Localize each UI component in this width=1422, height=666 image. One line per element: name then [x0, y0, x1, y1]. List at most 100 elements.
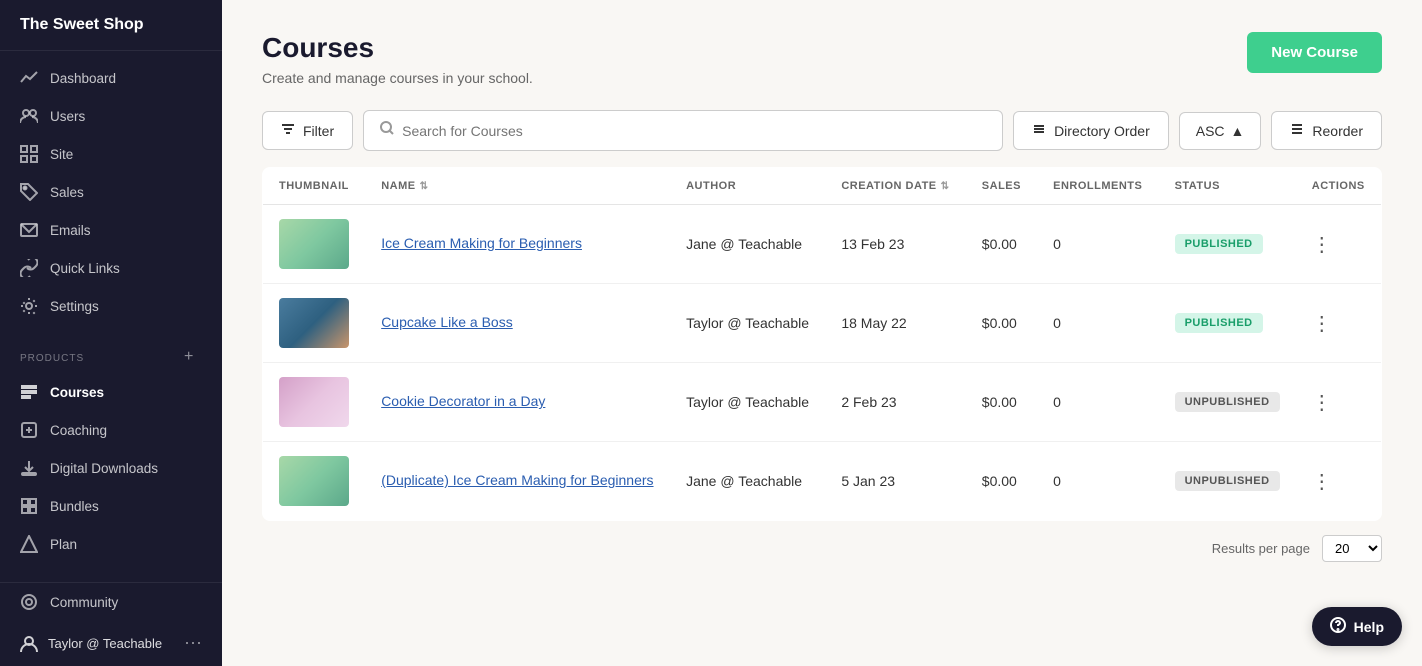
- course-name-link[interactable]: Cookie Decorator in a Day: [381, 393, 545, 409]
- cell-author: Jane @ Teachable: [670, 442, 825, 521]
- filters-bar: Filter Directory Order ASC ▲: [262, 110, 1382, 151]
- courses-table: THUMBNAIL NAME ⇅ AUTHOR CREATION DATE ⇅ …: [262, 167, 1382, 521]
- cell-creation-date: 18 May 22: [825, 284, 965, 363]
- cell-creation-date: 13 Feb 23: [825, 205, 965, 284]
- help-icon: [1330, 617, 1346, 636]
- sidebar-item-digital-downloads[interactable]: Digital Downloads: [0, 449, 222, 487]
- search-icon: [380, 121, 394, 140]
- sidebar-item-settings[interactable]: Settings: [0, 287, 222, 325]
- cell-sales: $0.00: [966, 205, 1037, 284]
- sidebar-item-community[interactable]: Community: [0, 583, 222, 621]
- sidebar-item-sales[interactable]: Sales: [0, 173, 222, 211]
- row-actions-menu[interactable]: ⋮: [1312, 234, 1332, 256]
- sort-up-icon: ▲: [1231, 123, 1245, 139]
- products-section-label: PRODUCTS +: [0, 333, 222, 373]
- course-name-link[interactable]: Ice Cream Making for Beginners: [381, 235, 582, 251]
- col-sales: SALES: [966, 168, 1037, 205]
- filter-icon: [281, 122, 295, 139]
- row-actions-menu[interactable]: ⋮: [1312, 392, 1332, 414]
- status-badge: PUBLISHED: [1175, 313, 1263, 333]
- new-course-button[interactable]: New Course: [1247, 32, 1382, 73]
- user-menu-dots[interactable]: ⋯: [184, 633, 202, 654]
- page-title-group: Courses Create and manage courses in you…: [262, 32, 533, 86]
- course-thumbnail-image: [279, 298, 349, 348]
- sidebar-user[interactable]: Taylor @ Teachable ⋯: [0, 621, 222, 666]
- tag-icon: [20, 183, 38, 201]
- sidebar-item-coaching[interactable]: Coaching: [0, 411, 222, 449]
- row-actions-menu[interactable]: ⋮: [1312, 471, 1332, 493]
- help-button[interactable]: Help: [1312, 607, 1402, 646]
- filter-button[interactable]: Filter: [262, 111, 353, 150]
- course-thumbnail-image: [279, 456, 349, 506]
- status-badge: UNPUBLISHED: [1175, 471, 1280, 491]
- grid-icon: [20, 145, 38, 163]
- app-logo[interactable]: The Sweet Shop: [0, 0, 222, 51]
- sidebar-item-dashboard[interactable]: Dashboard: [0, 59, 222, 97]
- cell-status: UNPUBLISHED: [1159, 363, 1296, 442]
- table-header-row: THUMBNAIL NAME ⇅ AUTHOR CREATION DATE ⇅ …: [263, 168, 1382, 205]
- col-status: STATUS: [1159, 168, 1296, 205]
- cell-sales: $0.00: [966, 363, 1037, 442]
- table-footer: Results per page 20 50 100: [262, 521, 1382, 566]
- asc-button[interactable]: ASC ▲: [1179, 112, 1262, 150]
- cell-thumbnail: [263, 363, 366, 442]
- sidebar-item-emails[interactable]: Emails: [0, 211, 222, 249]
- cell-status: PUBLISHED: [1159, 205, 1296, 284]
- cell-actions: ⋮: [1296, 205, 1382, 284]
- page-title: Courses: [262, 32, 533, 64]
- sidebar-item-courses[interactable]: Courses: [0, 373, 222, 411]
- search-input[interactable]: [402, 123, 986, 139]
- cell-thumbnail: [263, 284, 366, 363]
- reorder-button[interactable]: Reorder: [1271, 111, 1382, 150]
- list-icon: [1032, 122, 1046, 139]
- sidebar-item-users[interactable]: Users: [0, 97, 222, 135]
- course-thumbnail-image: [279, 377, 349, 427]
- page-subtitle: Create and manage courses in your school…: [262, 70, 533, 86]
- cell-status: UNPUBLISHED: [1159, 442, 1296, 521]
- directory-order-button[interactable]: Directory Order: [1013, 111, 1169, 150]
- cell-name: Ice Cream Making for Beginners: [365, 205, 670, 284]
- cell-name: (Duplicate) Ice Cream Making for Beginne…: [365, 442, 670, 521]
- cell-thumbnail: [263, 205, 366, 284]
- cell-enrollments: 0: [1037, 284, 1158, 363]
- main-content: Courses Create and manage courses in you…: [222, 0, 1422, 666]
- sidebar-item-plan[interactable]: Plan: [0, 525, 222, 563]
- cell-status: PUBLISHED: [1159, 284, 1296, 363]
- course-name-link[interactable]: (Duplicate) Ice Cream Making for Beginne…: [381, 472, 653, 488]
- community-icon: [20, 593, 38, 611]
- table-row: Ice Cream Making for Beginners Jane @ Te…: [263, 205, 1382, 284]
- sidebar-item-quick-links[interactable]: Quick Links: [0, 249, 222, 287]
- course-name-link[interactable]: Cupcake Like a Boss: [381, 314, 513, 330]
- course-thumbnail-image: [279, 219, 349, 269]
- add-product-button[interactable]: +: [184, 349, 202, 367]
- download-icon: [20, 459, 38, 477]
- per-page-select[interactable]: 20 50 100: [1322, 535, 1382, 562]
- table-row: Cupcake Like a Boss Taylor @ Teachable 1…: [263, 284, 1382, 363]
- users-icon: [20, 107, 38, 125]
- cell-name: Cupcake Like a Boss: [365, 284, 670, 363]
- cell-thumbnail: [263, 442, 366, 521]
- col-actions: ACTIONS: [1296, 168, 1382, 205]
- col-name[interactable]: NAME ⇅: [365, 168, 670, 205]
- cell-sales: $0.00: [966, 442, 1037, 521]
- cell-enrollments: 0: [1037, 442, 1158, 521]
- chart-line-icon: [20, 69, 38, 87]
- sidebar-item-site[interactable]: Site: [0, 135, 222, 173]
- cell-name: Cookie Decorator in a Day: [365, 363, 670, 442]
- user-avatar: [20, 635, 38, 653]
- col-author: AUTHOR: [670, 168, 825, 205]
- table-row: (Duplicate) Ice Cream Making for Beginne…: [263, 442, 1382, 521]
- gear-icon: [20, 297, 38, 315]
- status-badge: UNPUBLISHED: [1175, 392, 1280, 412]
- row-actions-menu[interactable]: ⋮: [1312, 313, 1332, 335]
- status-badge: PUBLISHED: [1175, 234, 1263, 254]
- cell-enrollments: 0: [1037, 205, 1158, 284]
- sidebar-item-bundles[interactable]: Bundles: [0, 487, 222, 525]
- cell-author: Taylor @ Teachable: [670, 363, 825, 442]
- col-thumbnail: THUMBNAIL: [263, 168, 366, 205]
- coaching-icon: [20, 421, 38, 439]
- main-nav: Dashboard Users Site Sa: [0, 51, 222, 333]
- search-box[interactable]: [363, 110, 1003, 151]
- cell-creation-date: 5 Jan 23: [825, 442, 965, 521]
- col-creation-date[interactable]: CREATION DATE ⇅: [825, 168, 965, 205]
